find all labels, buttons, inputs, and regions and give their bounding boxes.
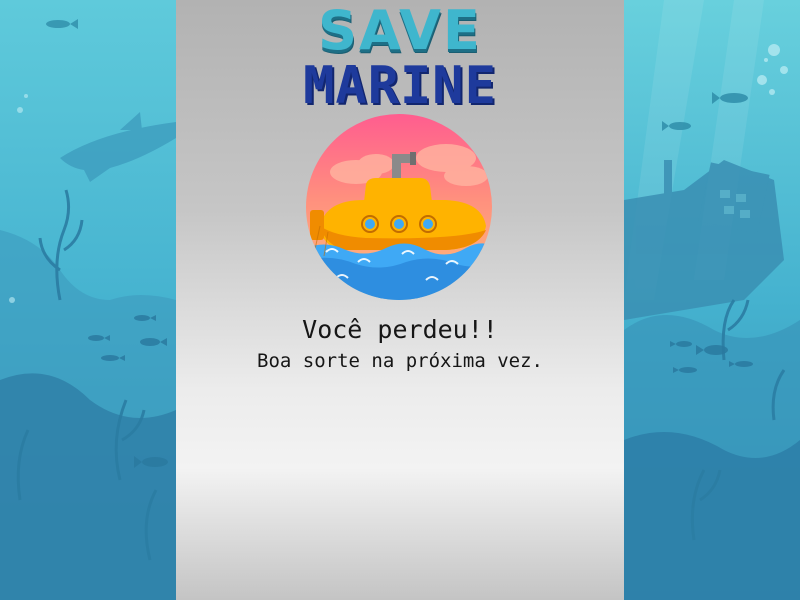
underwater-scene-right: [624, 0, 800, 600]
game-over-message: Você perdeu!!: [302, 315, 498, 344]
game-title-save: SAVE: [318, 0, 482, 62]
submarine-icon: [306, 114, 492, 300]
ocean-background-left: [0, 0, 176, 600]
game-over-submessage: Boa sorte na próxima vez.: [257, 350, 543, 372]
underwater-scene-left: [0, 0, 176, 600]
game-title-marine: MARINE: [303, 56, 497, 116]
game-over-panel: SAVE MARINE Você perdeu!! Boa sorte na p…: [176, 0, 624, 600]
ocean-background-right: [624, 0, 800, 600]
